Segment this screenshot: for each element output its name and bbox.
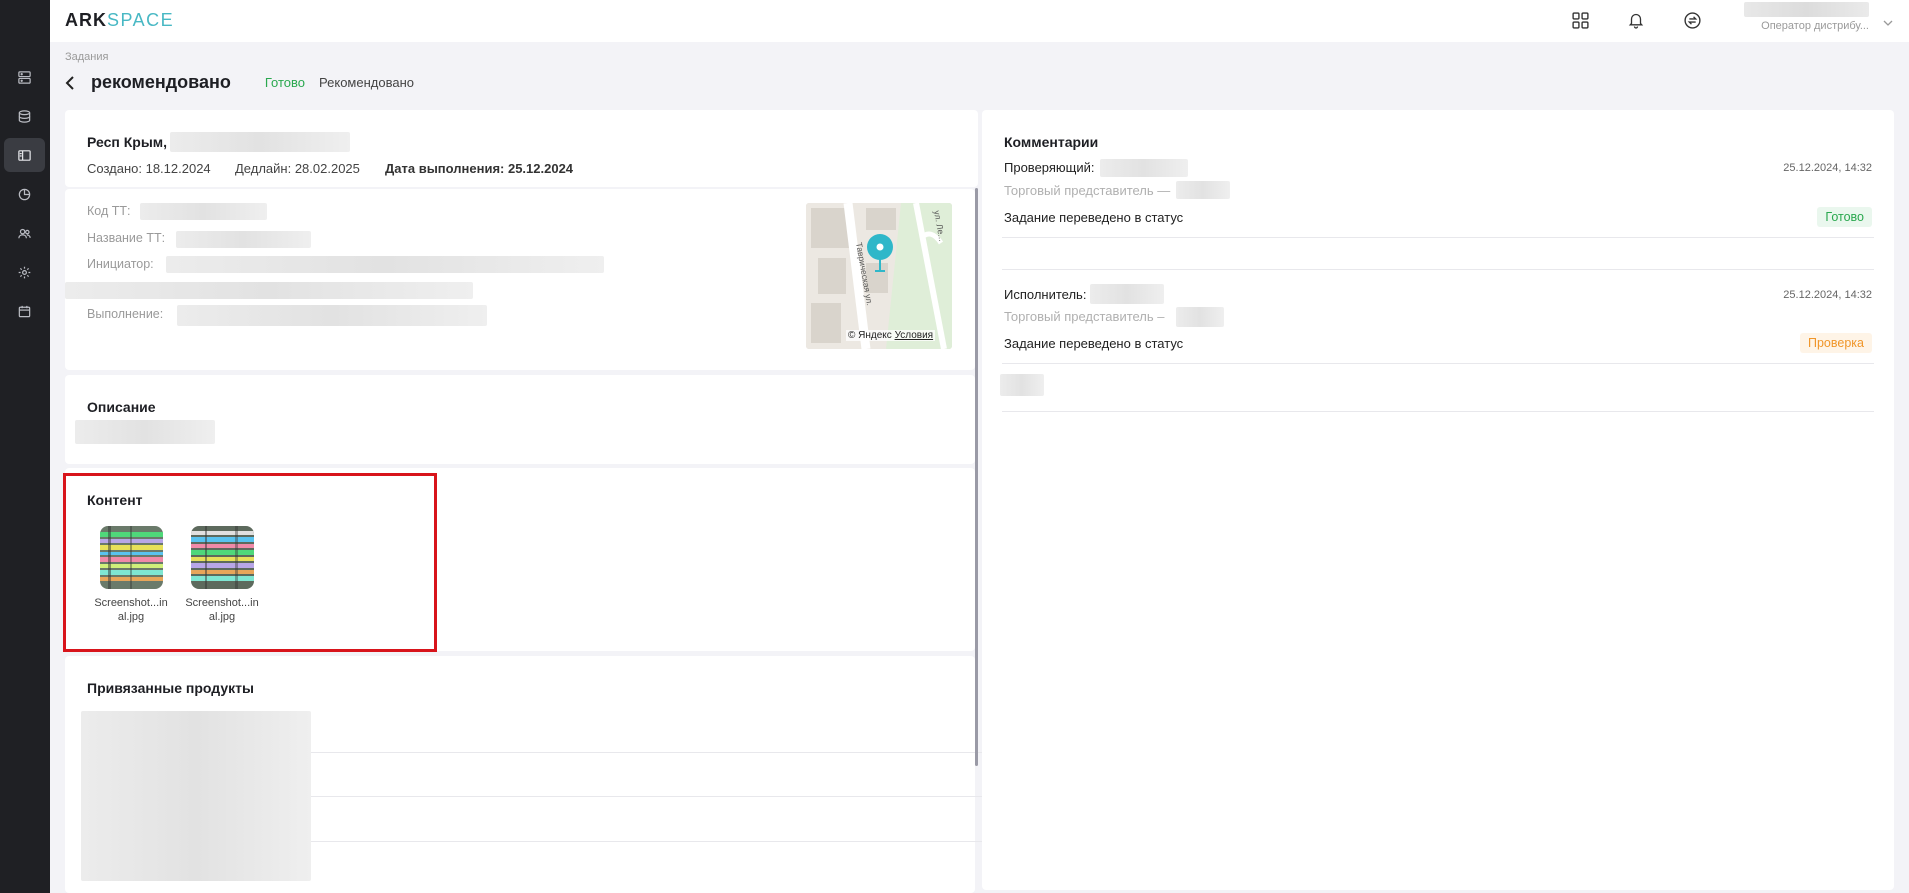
server-icon bbox=[18, 70, 31, 84]
initiator-value-redacted bbox=[166, 256, 604, 273]
title-row: рекомендовано Готово Рекомендовано bbox=[65, 72, 414, 93]
description-text-redacted bbox=[75, 420, 215, 444]
comments-title: Комментарии bbox=[1004, 134, 1099, 150]
comment-date: 25.12.2024, 14:32 bbox=[1783, 162, 1872, 174]
sidebar-item-analytics[interactable] bbox=[4, 177, 45, 211]
calendar-icon bbox=[18, 305, 31, 317]
extra-info-redacted bbox=[65, 282, 473, 299]
comment-author-redacted bbox=[1090, 284, 1164, 304]
execution-value-redacted bbox=[177, 305, 487, 326]
initiator-label: Инициатор: bbox=[87, 257, 154, 271]
comment-divider bbox=[1002, 237, 1874, 238]
code-value-redacted bbox=[140, 203, 267, 220]
comment-sub: Торговый представитель — bbox=[1004, 183, 1171, 198]
description-card: Описание bbox=[65, 375, 975, 464]
apps-grid-icon[interactable] bbox=[1568, 8, 1592, 32]
name-label: Название ТТ: bbox=[87, 231, 166, 245]
task-address-redacted bbox=[170, 132, 350, 152]
comment-author-redacted bbox=[1100, 159, 1188, 177]
chevron-down-icon[interactable] bbox=[1883, 14, 1893, 32]
sidebar-item-database[interactable] bbox=[4, 99, 45, 133]
database-icon bbox=[18, 109, 31, 123]
sidebar-item-users[interactable] bbox=[4, 216, 45, 250]
comment-divider bbox=[1002, 363, 1874, 364]
bell-icon[interactable] bbox=[1624, 8, 1648, 32]
products-row-divider bbox=[311, 796, 1017, 797]
sidebar-item-tasks[interactable] bbox=[4, 138, 45, 172]
comment-role: Проверяющий: bbox=[1004, 160, 1095, 175]
pie-chart-icon bbox=[18, 188, 31, 200]
sidebar-item-settings[interactable] bbox=[4, 255, 45, 289]
breadcrumb[interactable]: Задания bbox=[65, 51, 108, 63]
products-card: Привязанные продукты bbox=[65, 656, 1017, 893]
status-badge: Проверка bbox=[1800, 333, 1872, 353]
user-menu[interactable]: Оператор дистрибу... bbox=[1739, 2, 1869, 32]
completed-date: Дата выполнения: 25.12.2024 bbox=[385, 161, 574, 176]
comment-sub: Торговый представитель – bbox=[1004, 309, 1165, 324]
location-map[interactable]: Таврическая ул. ул. Ле... © Яндекс Услов… bbox=[806, 203, 952, 349]
products-title: Привязанные продукты bbox=[87, 680, 254, 696]
products-row-divider bbox=[311, 752, 1017, 753]
map-attribution: © Яндекс Условия bbox=[846, 330, 936, 341]
status-ready: Готово bbox=[264, 75, 306, 90]
back-arrow-icon[interactable] bbox=[65, 73, 83, 93]
top-bar: ARKSPACE Оператор дистрибу... bbox=[50, 0, 1909, 42]
task-header-card: Респ Крым, Создано: 18.12.2024 Дедлайн: … bbox=[65, 110, 978, 187]
comment-divider bbox=[1002, 269, 1874, 270]
status-recommended: Рекомендовано bbox=[319, 75, 414, 90]
layout-icon bbox=[18, 149, 31, 161]
page-title: рекомендовано bbox=[91, 72, 231, 92]
comment-date: 25.12.2024, 14:32 bbox=[1783, 289, 1872, 301]
execution-label: Выполнение: bbox=[87, 307, 164, 321]
sidebar bbox=[0, 0, 50, 893]
comment-divider bbox=[1002, 411, 1874, 412]
code-label: Код ТТ: bbox=[87, 204, 131, 218]
status-badge: Готово bbox=[1817, 207, 1872, 227]
gear-icon bbox=[18, 266, 31, 278]
left-panel-scrollbar[interactable] bbox=[975, 188, 978, 766]
task-region: Респ Крым, bbox=[87, 134, 168, 150]
map-terms-link[interactable]: Условия bbox=[895, 330, 934, 341]
comment-sub-redacted bbox=[1176, 307, 1224, 327]
user-role: Оператор дистрибу... bbox=[1761, 20, 1869, 32]
comment-text: Задание переведено в статус bbox=[1004, 210, 1184, 225]
products-list-redacted bbox=[81, 711, 311, 881]
comment-text: Задание переведено в статус bbox=[1004, 336, 1184, 351]
deadline-date: Дедлайн: 28.02.2025 bbox=[235, 161, 360, 176]
comments-card: Комментарии Проверяющий: 25.12.2024, 14:… bbox=[982, 110, 1894, 890]
created-date: Создано: 18.12.2024 bbox=[87, 161, 211, 176]
sidebar-item-calendar[interactable] bbox=[4, 294, 45, 328]
user-name-redacted bbox=[1744, 2, 1869, 17]
comment-role: Исполнитель: bbox=[1004, 287, 1087, 302]
app-logo[interactable]: ARKSPACE bbox=[65, 10, 174, 31]
comment-sub-redacted bbox=[1176, 181, 1230, 199]
switch-icon[interactable] bbox=[1680, 8, 1704, 32]
sidebar-item-servers[interactable] bbox=[4, 60, 45, 94]
comment-attachment-redacted bbox=[1000, 374, 1044, 396]
description-title: Описание bbox=[87, 399, 156, 415]
products-row-divider bbox=[311, 841, 1017, 842]
name-value-redacted bbox=[176, 231, 311, 248]
content-highlight-box bbox=[63, 473, 437, 652]
users-icon bbox=[18, 228, 31, 238]
